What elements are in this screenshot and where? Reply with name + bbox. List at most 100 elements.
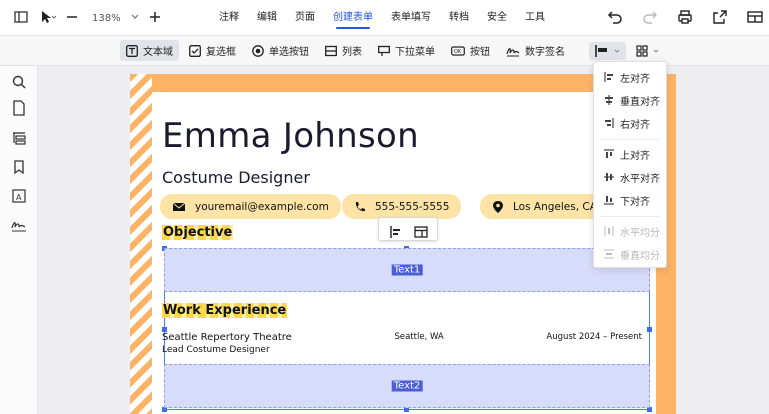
signature-icon[interactable] xyxy=(11,218,27,234)
menu-annotate[interactable]: 注释 xyxy=(210,0,248,36)
tool-align[interactable] xyxy=(589,41,626,60)
resume-role: Costume Designer xyxy=(162,168,310,187)
menu-item-label: 水平均分 xyxy=(620,227,660,239)
menu-tools[interactable]: 工具 xyxy=(516,0,554,36)
job-entry: Seattle Repertory Theatre Seattle, WA Au… xyxy=(162,332,642,355)
checkbox-icon xyxy=(189,44,201,57)
objective-heading: Objective xyxy=(162,225,234,240)
menu-item-label: 垂直对齐 xyxy=(620,96,660,108)
form-tools: 文本域 复选框 单选按钮 列表 下拉菜单 OK 按钮 数字签名 xyxy=(120,40,665,61)
search-icon[interactable] xyxy=(11,74,27,90)
share-icon[interactable] xyxy=(712,9,728,25)
email-text: youremail@example.com xyxy=(195,200,329,213)
menu-fill-form[interactable]: 表单填写 xyxy=(382,0,440,36)
redo-icon[interactable] xyxy=(642,9,658,25)
menu-item-label: 垂直均分 xyxy=(620,250,660,262)
location-pill: Los Angeles, CA xyxy=(480,194,609,219)
menu-item-label: 水平对齐 xyxy=(620,173,660,185)
tool-checkbox[interactable]: 复选框 xyxy=(183,40,242,61)
objective-title: Objective xyxy=(162,225,234,240)
svg-text:OK: OK xyxy=(454,49,462,55)
left-stripe-decoration xyxy=(130,74,152,414)
field-name: Text1 xyxy=(391,264,423,276)
dropdown-icon xyxy=(378,45,390,57)
sidebar-toggle-icon[interactable] xyxy=(14,10,30,26)
panel-icon[interactable] xyxy=(747,9,763,25)
tool-label: 按钮 xyxy=(470,47,490,58)
tool-signature[interactable]: 数字签名 xyxy=(500,40,571,61)
tool-text-field[interactable]: 文本域 xyxy=(120,40,179,61)
align-left-icon xyxy=(595,44,609,57)
tool-label: 数字签名 xyxy=(525,47,565,58)
main-menu: 注释 编辑 页面 创建表单 表单填写 转档 安全 工具 xyxy=(210,0,554,36)
menu-item-align-left[interactable]: 左对齐 xyxy=(594,66,668,88)
email-pill: youremail@example.com xyxy=(160,194,341,219)
text-box-icon[interactable]: A xyxy=(11,188,27,204)
envelope-icon xyxy=(172,201,186,213)
top-toolbar: 138% 注释 编辑 页面 创建表单 表单填写 转档 安全 工具 xyxy=(0,0,769,36)
menu-convert[interactable]: 转档 xyxy=(440,0,478,36)
tool-label: 单选按钮 xyxy=(269,47,309,58)
menu-item-label: 下对齐 xyxy=(620,196,650,208)
tool-label: 列表 xyxy=(342,47,362,58)
experience-title: Work Experience xyxy=(162,303,288,318)
tool-distribute[interactable] xyxy=(630,42,665,60)
distribute-horizontal-icon xyxy=(604,226,614,236)
select-cursor-icon[interactable] xyxy=(40,10,57,26)
location-text: Los Angeles, CA xyxy=(513,200,597,213)
zoom-level[interactable]: 138% xyxy=(92,13,121,24)
job-row: Seattle Repertory Theatre Seattle, WA Au… xyxy=(162,332,642,343)
align-top-icon xyxy=(604,149,614,159)
zoom-dropdown-icon[interactable] xyxy=(131,10,139,26)
job-title: Lead Costume Designer xyxy=(162,345,270,355)
job-location: Seattle, WA xyxy=(394,332,444,342)
menu-security[interactable]: 安全 xyxy=(478,0,516,36)
location-pin-icon xyxy=(492,200,504,214)
phone-pill: 555-555-5555 xyxy=(342,194,462,219)
tool-button[interactable]: OK 按钮 xyxy=(445,40,496,61)
job-dates: August 2024 – Present xyxy=(546,332,642,342)
tool-list[interactable]: 列表 xyxy=(319,40,368,61)
align-left-icon xyxy=(604,72,614,82)
menu-page[interactable]: 页面 xyxy=(286,0,324,36)
text-field-icon xyxy=(126,44,138,57)
menu-item-distribute-vertical: 垂直均分 xyxy=(594,243,668,265)
menu-divider xyxy=(600,216,660,217)
properties-icon[interactable] xyxy=(413,223,428,238)
menu-edit[interactable]: 编辑 xyxy=(248,0,286,36)
selection-handle[interactable] xyxy=(647,327,652,332)
job-company: Seattle Repertory Theatre xyxy=(162,332,292,343)
page-thumbnail-icon[interactable] xyxy=(11,100,27,116)
grid-icon xyxy=(636,44,648,57)
menu-item-distribute-horizontal: 水平均分 xyxy=(594,220,668,242)
menu-item-align-bottom[interactable]: 下对齐 xyxy=(594,189,668,211)
menu-divider xyxy=(600,139,660,140)
menu-item-align-right[interactable]: 右对齐 xyxy=(594,112,668,134)
align-left-icon[interactable] xyxy=(389,223,403,238)
experience-heading: Work Experience xyxy=(162,303,288,318)
text-field-1[interactable]: Text1 xyxy=(164,248,650,292)
chevron-down-icon xyxy=(653,45,659,57)
tool-dropdown[interactable]: 下拉菜单 xyxy=(372,40,441,61)
undo-icon[interactable] xyxy=(607,9,623,25)
top-right-tools xyxy=(607,9,769,25)
tool-label: 文本域 xyxy=(143,47,173,58)
bookmark-icon[interactable] xyxy=(11,159,27,175)
tool-label: 下拉菜单 xyxy=(395,47,435,58)
text-field-2[interactable]: Text2 xyxy=(164,364,650,408)
floating-field-toolbar xyxy=(378,217,438,241)
menu-item-label: 右对齐 xyxy=(620,119,650,131)
align-bottom-icon xyxy=(604,195,614,205)
menu-item-align-top[interactable]: 上对齐 xyxy=(594,143,668,165)
button-icon: OK xyxy=(451,45,465,57)
print-icon[interactable] xyxy=(677,9,693,25)
menu-item-align-horizontal-center[interactable]: 水平对齐 xyxy=(594,166,668,188)
tool-radio[interactable]: 单选按钮 xyxy=(246,40,315,61)
menu-item-label: 上对齐 xyxy=(620,150,650,162)
menu-item-align-vertical-center[interactable]: 垂直对齐 xyxy=(594,89,668,111)
zoom-out-icon[interactable] xyxy=(66,10,82,26)
align-center-vertical-icon xyxy=(604,95,614,105)
menu-create-form[interactable]: 创建表单 xyxy=(324,0,382,36)
outline-icon[interactable] xyxy=(11,130,27,146)
zoom-in-icon[interactable] xyxy=(149,10,165,26)
